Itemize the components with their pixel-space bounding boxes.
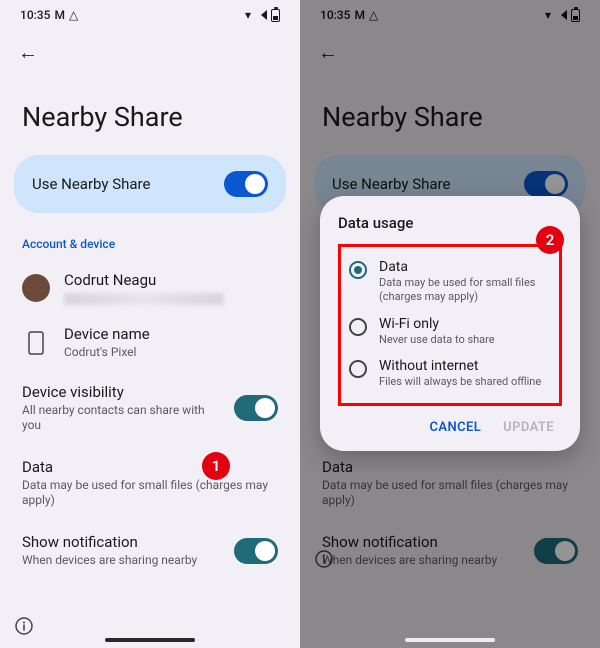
- triangle-icon: △: [69, 8, 78, 22]
- account-email-redacted: [64, 293, 224, 305]
- visibility-sub: All nearby contacts can share with you: [22, 403, 224, 434]
- phone-icon: [22, 331, 50, 355]
- use-nearby-share-label: Use Nearby Share: [32, 175, 150, 193]
- use-nearby-share-toggle[interactable]: Use Nearby Share: [14, 155, 286, 213]
- device-name-row[interactable]: Device name Codrut's Pixel: [0, 315, 300, 371]
- status-time: 10:35: [320, 8, 350, 22]
- visibility-title: Device visibility: [22, 383, 224, 401]
- radio-checked-icon[interactable]: [349, 261, 367, 279]
- radio-option-without-internet[interactable]: Without internetFiles will always be sha…: [349, 352, 551, 395]
- data-title: Data: [22, 458, 278, 476]
- radio-option-data[interactable]: DataData may be used for small files (ch…: [349, 253, 551, 310]
- screenshot-right: 10:35 M △ ▾ ← Nearby Share Use Nearby Sh…: [300, 0, 600, 648]
- info-icon[interactable]: [314, 549, 334, 573]
- battery-icon: [271, 9, 280, 22]
- toggle-switch-on[interactable]: [524, 171, 568, 197]
- account-row[interactable]: Codrut Neagu: [0, 261, 300, 315]
- wifi-icon: ▾: [545, 8, 551, 22]
- radio-option-wifi-only[interactable]: Wi-Fi onlyNever use data to share: [349, 310, 551, 353]
- notif-sub: When devices are sharing nearby: [22, 553, 224, 569]
- triangle-icon: △: [369, 8, 378, 22]
- status-bar: 10:35 M △ ▾: [300, 0, 600, 26]
- signal-icon: [255, 10, 267, 20]
- gmail-icon: M: [354, 8, 365, 22]
- cancel-button[interactable]: CANCEL: [430, 420, 482, 435]
- callout-badge-2: 2: [536, 226, 564, 254]
- section-account-device: Account & device: [0, 231, 300, 261]
- notif-switch[interactable]: [234, 538, 278, 564]
- page-title: Nearby Share: [300, 73, 600, 155]
- device-visibility-row[interactable]: Device visibility All nearby contacts ca…: [0, 371, 300, 446]
- visibility-switch[interactable]: [234, 395, 278, 421]
- data-sub: Data may be used for small files (charge…: [22, 478, 278, 509]
- screenshot-left: 10:35 M △ ▾ ← Nearby Share Use Nearby Sh…: [0, 0, 300, 648]
- nav-bar: [105, 638, 195, 642]
- dialog-title: Data usage: [338, 214, 562, 232]
- device-name-value: Codrut's Pixel: [64, 345, 278, 361]
- nav-bar: [405, 638, 495, 642]
- radio-group-highlight: DataData may be used for small files (ch…: [338, 244, 562, 406]
- data-usage-row[interactable]: DataData may be used for small files (ch…: [300, 446, 600, 521]
- device-name-label: Device name: [64, 325, 278, 343]
- data-usage-row[interactable]: Data Data may be used for small files (c…: [0, 446, 300, 521]
- info-icon[interactable]: [14, 616, 34, 640]
- update-button[interactable]: UPDATE: [503, 420, 554, 435]
- callout-badge-1: 1: [202, 452, 230, 480]
- show-notification-row[interactable]: Show notification When devices are shari…: [0, 521, 300, 581]
- status-bar: 10:35 M △ ▾: [0, 0, 300, 26]
- notif-title: Show notification: [22, 533, 224, 551]
- data-usage-dialog: Data usage 2 DataData may be used for sm…: [320, 196, 580, 451]
- back-button[interactable]: ←: [18, 40, 38, 65]
- status-time: 10:35: [20, 8, 50, 22]
- radio-unchecked-icon[interactable]: [349, 318, 367, 336]
- gmail-icon: M: [54, 8, 65, 22]
- page-title: Nearby Share: [0, 73, 300, 155]
- wifi-icon: ▾: [245, 8, 251, 22]
- avatar: [22, 274, 50, 302]
- battery-icon: [571, 9, 580, 22]
- account-name: Codrut Neagu: [64, 271, 278, 289]
- radio-unchecked-icon[interactable]: [349, 360, 367, 378]
- show-notification-row[interactable]: Show notificationWhen devices are sharin…: [300, 521, 600, 581]
- back-button[interactable]: ←: [318, 40, 338, 65]
- signal-icon: [555, 10, 567, 20]
- toggle-switch-on[interactable]: [224, 171, 268, 197]
